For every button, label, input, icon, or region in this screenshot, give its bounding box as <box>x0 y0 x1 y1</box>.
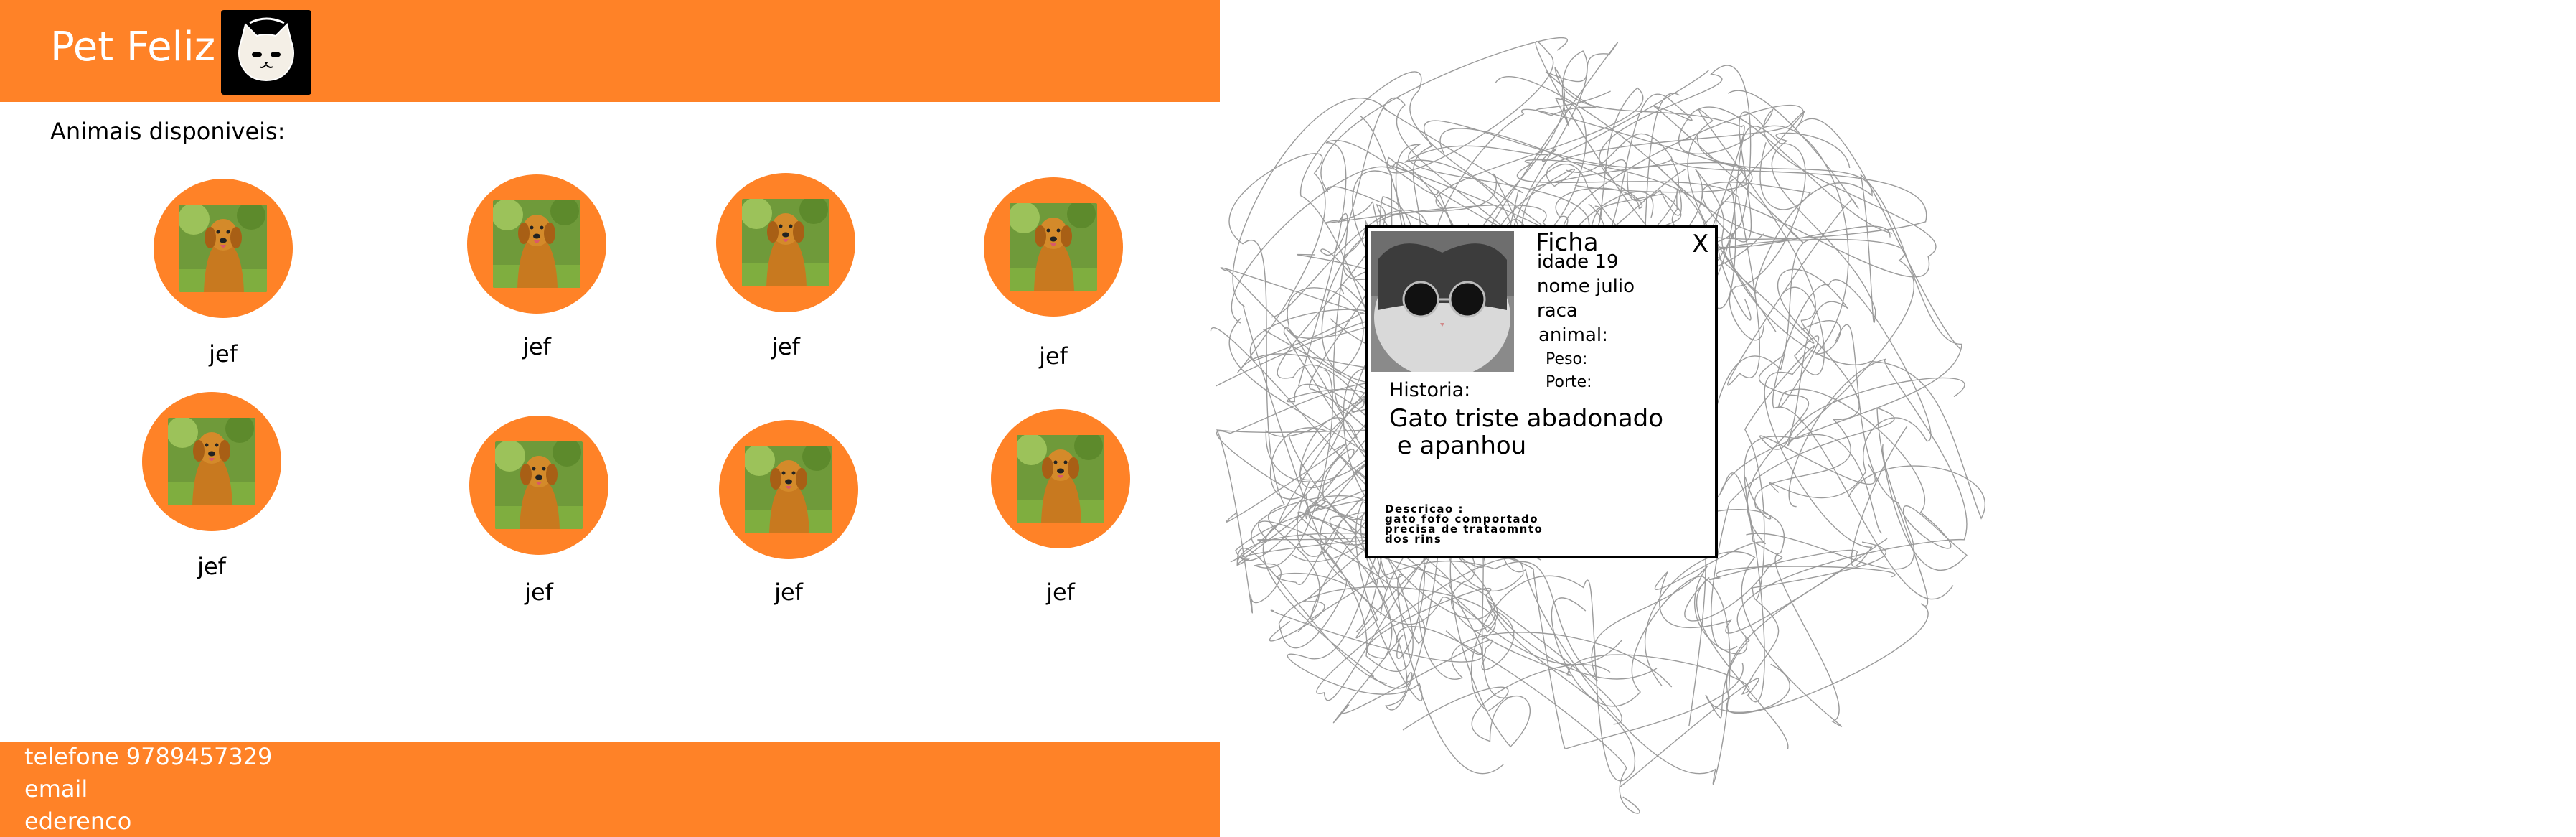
animal-name: jef <box>1046 579 1075 606</box>
animal-name: jef <box>525 579 553 606</box>
animal-name: jef <box>197 553 226 580</box>
animal-card[interactable] <box>142 392 281 531</box>
descricao-text: Descricao : gato fofo comportado precisa… <box>1385 504 1672 546</box>
historia-line: Gato triste abadonado <box>1389 404 1664 433</box>
field-raca: raca <box>1537 300 1578 322</box>
close-button[interactable]: X <box>1692 230 1708 258</box>
footer-email: email <box>24 775 88 803</box>
field-animal: animal: <box>1538 324 1608 346</box>
dog-photo <box>742 199 829 286</box>
field-nome: nome julio <box>1537 276 1635 297</box>
animal-name: jef <box>1039 342 1068 370</box>
animal-card[interactable] <box>984 177 1123 317</box>
dog-photo <box>1010 203 1097 291</box>
footer-endereco: ederenco <box>24 808 132 835</box>
descricao-line: dos rins <box>1385 533 1442 546</box>
dog-photo <box>495 441 583 529</box>
brand-title[interactable]: Pet Feliz <box>50 27 215 67</box>
dog-photo <box>168 418 255 505</box>
scribble-stroke <box>1270 609 1640 814</box>
historia-text: Gato triste abadonado e apanhou <box>1389 405 1691 459</box>
cat-photo <box>1371 231 1514 372</box>
field-idade: idade 19 <box>1537 251 1619 273</box>
historia-label: Historia: <box>1389 379 1471 401</box>
scribble-stroke <box>1769 279 1954 600</box>
scribble-stroke <box>1744 345 1908 600</box>
scribble-stroke <box>1682 225 1965 446</box>
field-peso: Peso: <box>1546 350 1588 368</box>
historia-line: e apanhou <box>1389 431 1527 460</box>
dog-photo <box>179 205 267 292</box>
animal-name: jef <box>209 340 238 368</box>
section-title: Animais disponiveis: <box>50 118 286 145</box>
animal-card[interactable] <box>154 179 293 318</box>
scribble-stroke <box>1705 358 1968 719</box>
animal-card[interactable] <box>719 420 858 559</box>
animal-card[interactable] <box>467 174 606 314</box>
dog-photo <box>745 446 832 533</box>
animal-card[interactable] <box>991 409 1130 548</box>
field-porte: Porte: <box>1546 373 1592 391</box>
animal-card[interactable] <box>469 416 608 555</box>
animal-name: jef <box>771 333 800 360</box>
animal-name: jef <box>522 333 551 360</box>
scribble-stroke <box>1503 549 1731 785</box>
footer-telefone: telefone 9789457329 <box>24 743 273 770</box>
dog-photo <box>493 200 580 288</box>
dog-photo <box>1017 435 1104 523</box>
ficha-modal: Ficha X idade 19 nome julio raca animal:… <box>1365 225 1718 558</box>
cat-face-icon[interactable] <box>221 10 311 95</box>
animal-name: jef <box>774 579 803 606</box>
animal-card[interactable] <box>716 173 855 312</box>
